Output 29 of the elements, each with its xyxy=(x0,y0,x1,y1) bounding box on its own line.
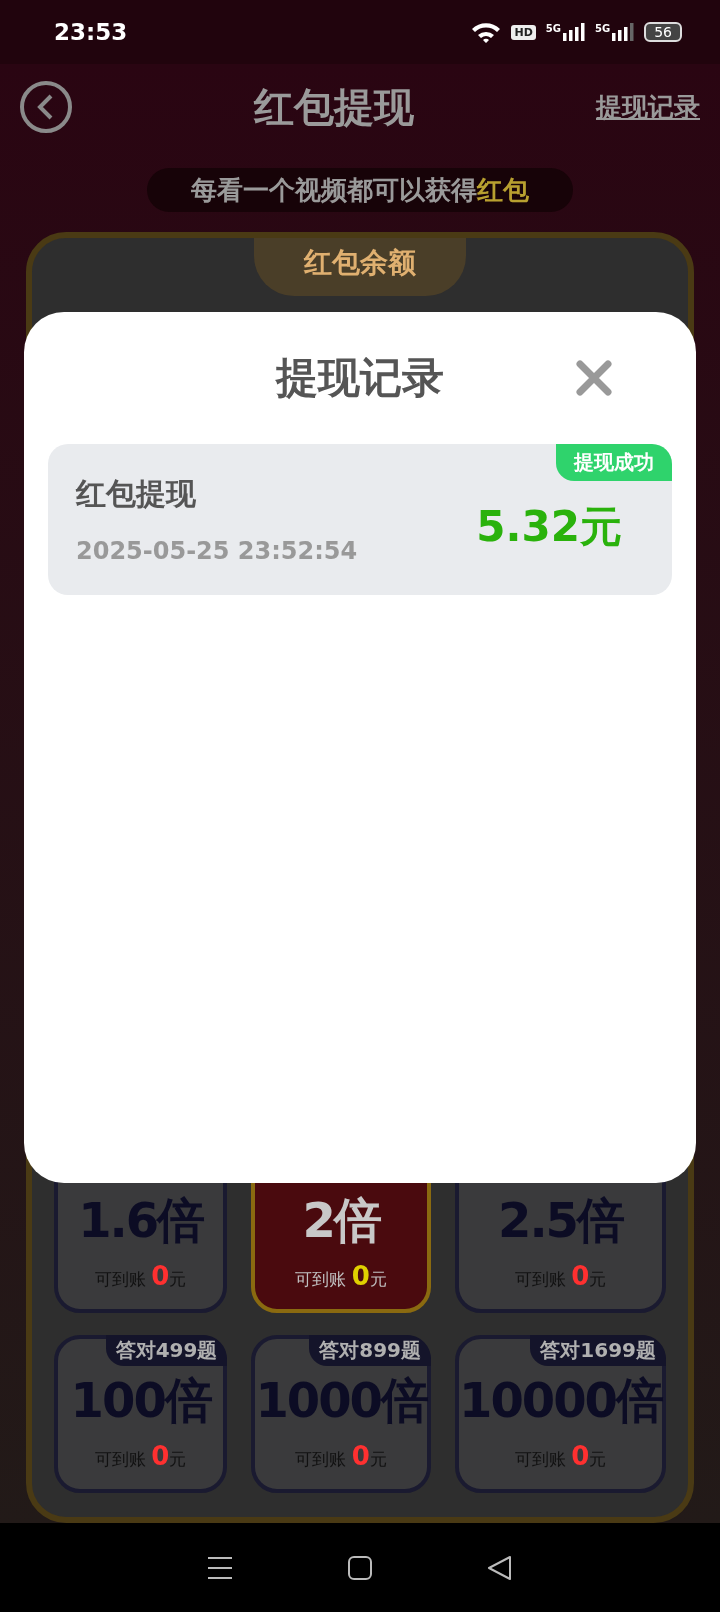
requirement-badge: 答对499题 xyxy=(105,1335,228,1366)
network-label: 5G xyxy=(545,23,561,34)
network-label: 5G xyxy=(595,23,611,34)
banner-text: 每看一个视频都可以获得 xyxy=(191,173,477,207)
wifi-icon xyxy=(471,21,502,43)
hd-indicator: HD xyxy=(511,24,536,40)
dialog-title: 提现记录 xyxy=(276,352,444,404)
requirement-badge: 答对899题 xyxy=(309,1335,431,1366)
close-button[interactable] xyxy=(574,358,614,398)
battery-level: 56 xyxy=(644,22,682,42)
signal-icon xyxy=(612,23,635,41)
home-icon[interactable] xyxy=(347,1554,373,1581)
multiplier-value: 2倍 xyxy=(302,1191,380,1250)
menu-icon[interactable] xyxy=(207,1555,233,1580)
status-time: 23:53 xyxy=(54,19,128,45)
balance-title: 红包余额 xyxy=(254,238,466,296)
payout-text: 可到账 0元 xyxy=(295,1261,387,1291)
records-link[interactable]: 提现记录 xyxy=(596,89,700,125)
record-title: 红包提现 xyxy=(76,475,197,513)
back-icon[interactable] xyxy=(487,1554,513,1581)
page-title: 红包提现 xyxy=(254,82,414,132)
requirement-badge: 答对1699题 xyxy=(530,1335,666,1366)
record-amount: 5.32元 xyxy=(476,500,622,553)
record-time: 2025-05-25 23:52:54 xyxy=(76,537,358,565)
close-icon xyxy=(574,358,614,398)
status-badge: 提现成功 xyxy=(556,444,672,481)
back-button[interactable] xyxy=(20,81,72,133)
signal-icon xyxy=(563,23,585,41)
banner-highlight: 红包 xyxy=(477,173,529,207)
